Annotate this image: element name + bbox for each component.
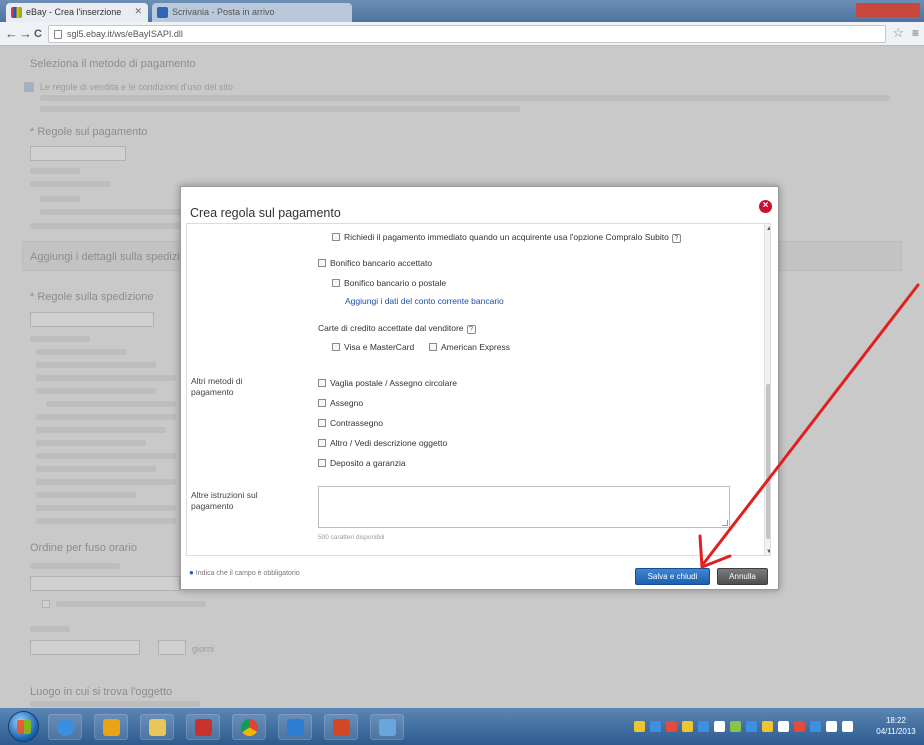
tray-icon[interactable]	[698, 721, 709, 732]
annotation-arrow-icon	[698, 283, 920, 569]
tray-icon[interactable]	[762, 721, 773, 732]
clock-date: 04/11/2013	[876, 727, 916, 736]
lync-icon	[287, 719, 304, 736]
windows-logo-icon	[17, 720, 31, 734]
tray-icon[interactable]	[810, 721, 821, 732]
system-tray	[632, 715, 868, 739]
taskbar-media[interactable]	[370, 714, 404, 740]
tray-icon[interactable]	[794, 721, 805, 732]
taskbar-powerpoint[interactable]	[324, 714, 358, 740]
taskbar-outlook[interactable]	[94, 714, 128, 740]
tray-icon[interactable]	[778, 721, 789, 732]
tray-icon[interactable]	[682, 721, 693, 732]
folder-icon	[149, 719, 166, 736]
chrome-icon	[241, 719, 258, 736]
media-icon	[379, 719, 396, 736]
clock-time: 18:22	[885, 716, 907, 725]
tray-icon[interactable]	[666, 721, 677, 732]
tray-icon[interactable]	[650, 721, 661, 732]
network-icon[interactable]	[826, 721, 837, 732]
taskbar-lync[interactable]	[278, 714, 312, 740]
internet-explorer-icon	[57, 719, 74, 736]
powerpoint-icon	[333, 719, 350, 736]
tray-icon[interactable]	[746, 721, 757, 732]
tray-icon[interactable]	[730, 721, 741, 732]
outlook-icon	[103, 719, 120, 736]
taskbar-ie[interactable]	[48, 714, 82, 740]
taskbar-clock[interactable]: 18:22 04/11/2013	[872, 715, 920, 737]
windows-taskbar: 18:22 04/11/2013	[0, 708, 924, 745]
taskbar-explorer[interactable]	[140, 714, 174, 740]
app-icon	[195, 719, 212, 736]
tray-icon[interactable]	[714, 721, 725, 732]
taskbar-chrome[interactable]	[232, 714, 266, 740]
tray-icon[interactable]	[634, 721, 645, 732]
start-button[interactable]	[8, 711, 39, 742]
taskbar-app[interactable]	[186, 714, 220, 740]
volume-icon[interactable]	[842, 721, 853, 732]
